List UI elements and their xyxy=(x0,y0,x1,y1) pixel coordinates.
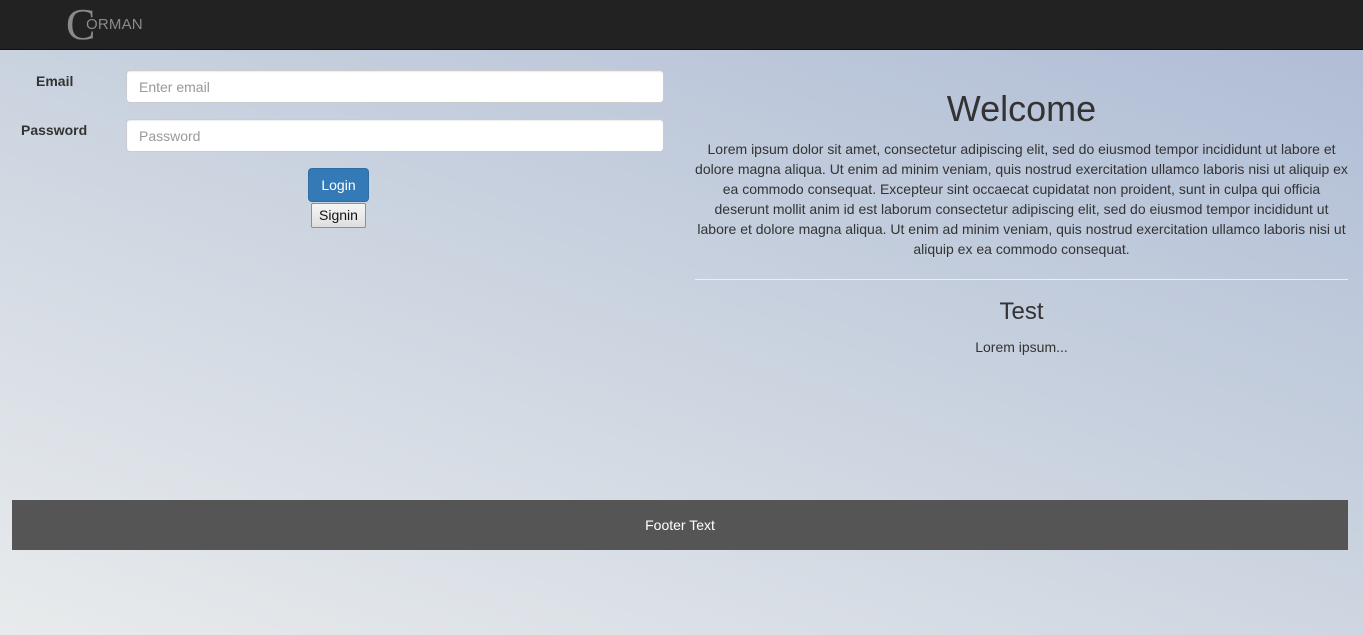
email-label: Email xyxy=(36,73,74,89)
welcome-title: Welcome xyxy=(946,88,1097,129)
login-button[interactable]: Login xyxy=(308,168,369,202)
test-title: Test xyxy=(999,298,1044,325)
password-input[interactable] xyxy=(126,119,664,152)
signin-button[interactable]: Signin xyxy=(311,203,366,228)
logo-text: ORMAN xyxy=(86,16,143,33)
navbar: C ORMAN xyxy=(0,0,1363,50)
divider xyxy=(695,279,1348,280)
welcome-text: Lorem ipsum dolor sit amet, consectetur … xyxy=(695,141,1348,257)
email-input[interactable] xyxy=(126,70,664,103)
brand-logo[interactable]: C ORMAN xyxy=(66,3,146,47)
footer: Footer Text xyxy=(12,500,1348,550)
footer-text: Footer Text xyxy=(645,517,715,533)
test-text: Lorem ipsum... xyxy=(975,339,1068,355)
password-label: Password xyxy=(21,122,88,138)
